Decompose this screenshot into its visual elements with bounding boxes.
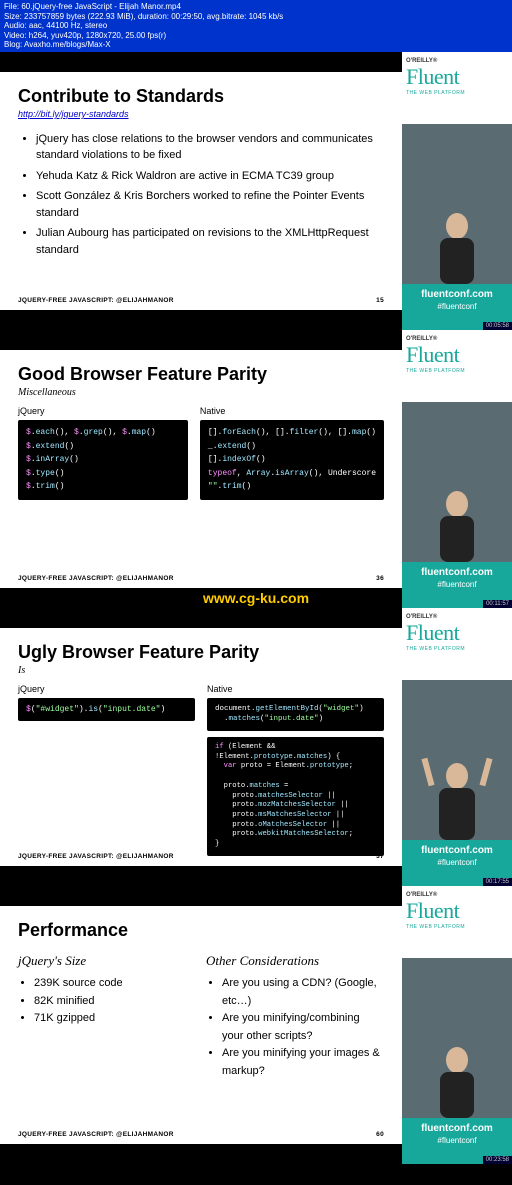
meta-file: File: 60.jQuery-free JavaScript - Elijah… [4, 2, 508, 12]
col-label-native: Native [207, 684, 384, 694]
bullet-list: jQuery has close relations to the browse… [36, 131, 384, 263]
speaker-silhouette-icon [422, 482, 492, 562]
media-metadata: File: 60.jQuery-free JavaScript - Elijah… [0, 0, 512, 52]
footer-credit: JQUERY-FREE JAVASCRIPT: @ELIJAHMANOR [18, 853, 174, 860]
slide-contribute: Contribute to Standards http://bit.ly/jq… [0, 72, 402, 310]
bullet-item: Yehuda Katz & Rick Waldron are active in… [36, 168, 384, 185]
conf-url: fluentconf.com [404, 1123, 510, 1134]
slide-ugly-parity: Ugly Browser Feature Parity Is jQuery $(… [0, 628, 402, 866]
timecode: 00:17:55 [483, 878, 512, 886]
list-item: 71K gzipped [34, 1010, 196, 1028]
side-panel: O'REILLY® Fluent THE WEB PLATFORM fluent… [402, 886, 512, 1164]
video-frame-2: Good Browser Feature Parity Miscellaneou… [0, 330, 512, 608]
fluent-logo-block: O'REILLY® Fluent THE WEB PLATFORM [402, 330, 512, 402]
meta-video: Video: h264, yuv420p, 1280x720, 25.00 fp… [4, 31, 508, 41]
conf-url: fluentconf.com [404, 845, 510, 856]
watermark: www.cg-ku.com [203, 590, 309, 606]
page-number: 36 [376, 575, 384, 582]
slide-title: Good Browser Feature Parity [18, 364, 384, 385]
web-platform-tag: THE WEB PLATFORM [406, 90, 508, 96]
side-panel: O'REILLY® Fluent THE WEB PLATFORM fluent… [402, 608, 512, 886]
speaker-camera [402, 680, 512, 840]
bullet-item: Julian Aubourg has participated on revis… [36, 225, 384, 258]
speaker-camera [402, 402, 512, 562]
fluent-wordmark: Fluent [406, 64, 508, 90]
slide-subtitle: Is [18, 665, 384, 676]
web-platform-tag: THE WEB PLATFORM [406, 924, 508, 930]
slide-performance: Performance jQuery's Size 239K source co… [0, 906, 402, 1144]
timecode: 00:05:58 [483, 322, 512, 330]
list-item: 239K source code [34, 975, 196, 993]
code-jquery: $.each(), $.grep(), $.map() $.extend() $… [18, 420, 188, 500]
speaker-camera [402, 958, 512, 1118]
speaker-silhouette-icon [417, 750, 497, 840]
list-item: Are you minifying/combining your other s… [222, 1010, 384, 1045]
code-native-2: if (Element && !Element.prototype.matche… [207, 737, 384, 856]
video-frame-4: Performance jQuery's Size 239K source co… [0, 886, 512, 1164]
conf-hashtag: #fluentconf [404, 1136, 510, 1145]
fluent-logo-block: O'REILLY® Fluent THE WEB PLATFORM [402, 886, 512, 958]
slide-good-parity: Good Browser Feature Parity Miscellaneou… [0, 350, 402, 588]
speaker-silhouette-icon [422, 204, 492, 284]
col-label-jquery: jQuery [18, 406, 188, 416]
conf-hashtag: #fluentconf [404, 580, 510, 589]
video-frame-3: Ugly Browser Feature Parity Is jQuery $(… [0, 608, 512, 886]
slide-title: Contribute to Standards [18, 86, 384, 107]
timecode: 00:11:57 [483, 600, 512, 608]
code-native: [].forEach(), [].filter(), [].map() _.ex… [200, 420, 384, 500]
fluent-wordmark: Fluent [406, 620, 508, 646]
considerations-list: Are you using a CDN? (Google, etc…) Are … [222, 975, 384, 1081]
right-subhead: Other Considerations [206, 953, 384, 969]
web-platform-tag: THE WEB PLATFORM [406, 646, 508, 652]
footer-credit: JQUERY-FREE JAVASCRIPT: @ELIJAHMANOR [18, 1131, 174, 1138]
list-item: Are you using a CDN? (Google, etc…) [222, 975, 384, 1010]
conf-hashtag: #fluentconf [404, 858, 510, 867]
slide-title: Ugly Browser Feature Parity [18, 642, 384, 663]
left-subhead: jQuery's Size [18, 953, 196, 969]
fluent-wordmark: Fluent [406, 898, 508, 924]
side-panel: O'REILLY® Fluent THE WEB PLATFORM fluent… [402, 330, 512, 608]
page-number: 15 [376, 297, 384, 304]
footer-credit: JQUERY-FREE JAVASCRIPT: @ELIJAHMANOR [18, 297, 174, 304]
size-list: 239K source code 82K minified 71K gzippe… [34, 975, 196, 1028]
col-label-jquery: jQuery [18, 684, 195, 694]
speaker-camera [402, 124, 512, 284]
slide-subtitle: Miscellaneous [18, 387, 384, 398]
side-panel: O'REILLY® Fluent THE WEB PLATFORM fluent… [402, 52, 512, 330]
page-number: 37 [376, 853, 384, 860]
page-number: 60 [376, 1131, 384, 1138]
bullet-item: Scott González & Kris Borchers worked to… [36, 188, 384, 221]
meta-blog: Blog: Avaxho.me/blogs/Max-X [4, 40, 508, 50]
conf-url: fluentconf.com [404, 289, 510, 300]
timecode: 00:23:58 [483, 1156, 512, 1164]
meta-size: Size: 233757859 bytes (222.93 MiB), dura… [4, 12, 508, 22]
code-native-1: document.getElementById("widget") .match… [207, 698, 384, 731]
slide-title: Performance [18, 920, 384, 941]
conf-url: fluentconf.com [404, 567, 510, 578]
list-item: 82K minified [34, 993, 196, 1011]
video-frame-1: Contribute to Standards http://bit.ly/jq… [0, 52, 512, 330]
list-item: Are you minifying your images & markup? [222, 1045, 384, 1080]
fluent-logo-block: O'REILLY® Fluent THE WEB PLATFORM [402, 608, 512, 680]
footer-credit: JQUERY-FREE JAVASCRIPT: @ELIJAHMANOR [18, 575, 174, 582]
web-platform-tag: THE WEB PLATFORM [406, 368, 508, 374]
meta-audio: Audio: aac, 44100 Hz, stereo [4, 21, 508, 31]
speaker-silhouette-icon [422, 1038, 492, 1118]
bullet-item: jQuery has close relations to the browse… [36, 131, 384, 164]
fluent-logo-block: O'REILLY® Fluent THE WEB PLATFORM [402, 52, 512, 124]
fluent-wordmark: Fluent [406, 342, 508, 368]
standards-link[interactable]: http://bit.ly/jquery-standards [18, 109, 384, 119]
conf-hashtag: #fluentconf [404, 302, 510, 311]
col-label-native: Native [200, 406, 384, 416]
code-jquery: $("#widget").is("input.date") [18, 698, 195, 721]
